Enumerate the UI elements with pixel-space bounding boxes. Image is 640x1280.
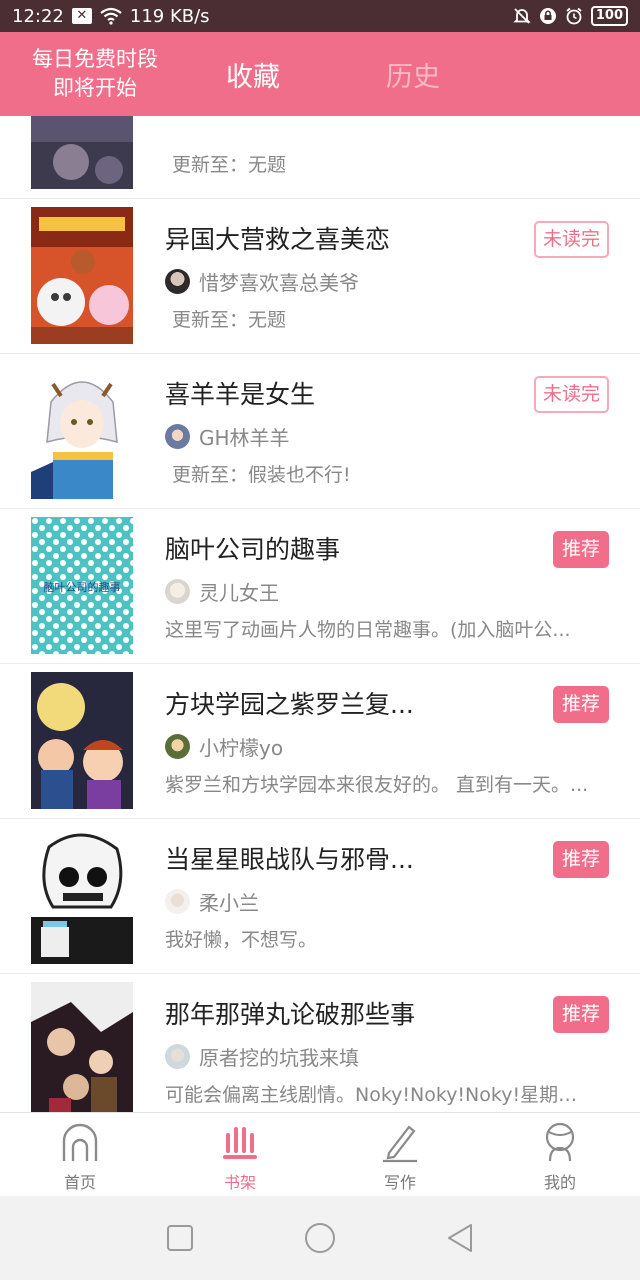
free-period-banner[interactable]: 每日免费时段 即将开始 <box>0 45 190 103</box>
book-title: 喜羊羊是女生 <box>165 380 316 409</box>
tab-home[interactable]: 首页 <box>0 1113 160 1196</box>
book-author: 小柠檬yo <box>165 732 283 761</box>
author-name: GH林羊羊 <box>199 426 290 450</box>
author-name: 灵儿女王 <box>199 581 279 605</box>
avatar <box>165 889 190 914</box>
status-badge: 未读完 <box>533 376 609 413</box>
wifi-icon <box>100 7 122 25</box>
promo-line-1: 每日免费时段 <box>32 47 158 71</box>
book-description: 这里写了动画片人物的日常趣事。(加入脑叶公... <box>165 619 571 641</box>
status-time: 12:22 <box>12 5 64 27</box>
battery-indicator: 100 <box>590 6 628 26</box>
book-cover <box>31 362 133 499</box>
list-item[interactable]: 更新至：无题 <box>0 116 640 199</box>
alarm-icon <box>566 7 582 25</box>
book-cover <box>31 982 133 1112</box>
pen-icon <box>383 1125 417 1163</box>
tab-history[interactable]: 历史 <box>386 55 440 94</box>
book-title: 方块学园之紫罗兰复... <box>165 690 414 719</box>
book-title: 当星星眼战队与邪骨... <box>165 845 414 874</box>
author-name: 柔小兰 <box>199 891 259 915</box>
list-item[interactable]: 当星星眼战队与邪骨... 柔小兰 我好懒，不想写。 推荐 <box>0 819 640 974</box>
tab-write[interactable]: 写作 <box>320 1113 480 1196</box>
home-icon <box>62 1123 98 1161</box>
book-author: 原者挖的坑我来填 <box>165 1042 359 1071</box>
network-speed: 119 KB/s <box>129 5 210 27</box>
book-cover: 脑叶公司的趣事 <box>31 517 133 654</box>
avatar <box>165 1044 190 1069</box>
person-icon <box>545 1122 575 1162</box>
author-name: 小柠檬yo <box>199 736 284 760</box>
book-title: 那年那弹丸论破那些事 <box>165 1000 416 1029</box>
list-item[interactable]: 异国大营救之喜美恋 惜梦喜欢喜总美爷 更新至：无题 未读完 <box>0 199 640 354</box>
book-author: 灵儿女王 <box>165 577 279 606</box>
status-bar: 12:22 ✕ 119 KB/s 100 <box>0 0 640 32</box>
recommend-badge: 推荐 <box>552 531 609 568</box>
recommend-badge: 推荐 <box>552 686 609 723</box>
avatar <box>165 734 190 759</box>
top-bar: 每日免费时段 即将开始 收藏 历史 <box>0 32 640 116</box>
author-name: 原者挖的坑我来填 <box>199 1046 359 1070</box>
tab-label: 我的 <box>543 1173 576 1192</box>
cover-title: 脑叶公司的趣事 <box>43 581 121 594</box>
tab-mine[interactable]: 我的 <box>480 1113 640 1196</box>
square-icon[interactable] <box>163 1221 197 1255</box>
book-cover <box>31 672 133 809</box>
bookshelf-icon <box>223 1127 257 1159</box>
book-cover <box>31 827 133 964</box>
list-item[interactable]: 方块学园之紫罗兰复... 小柠檬yo 紫罗兰和方块学园本来很友好的。 直到有一天… <box>0 664 640 819</box>
circle-icon[interactable] <box>303 1221 337 1255</box>
book-title: 脑叶公司的趣事 <box>165 535 341 564</box>
bottom-tab-bar: 首页 书架 写作 我的 <box>0 1112 640 1196</box>
lock-icon <box>539 8 556 24</box>
book-author: 惜梦喜欢喜总美爷 <box>165 267 359 296</box>
book-description: 紫罗兰和方块学园本来很友好的。 直到有一天。... <box>165 774 589 796</box>
book-list[interactable]: 更新至：无题 异国大营救之喜美恋 惜梦喜欢喜总美爷 更新至：无题 未读完 喜羊羊… <box>0 116 640 1112</box>
book-cover <box>31 207 133 344</box>
book-cover <box>31 116 133 189</box>
book-update: 更新至：无题 <box>172 154 287 176</box>
book-author: GH林羊羊 <box>165 422 290 451</box>
book-author: 柔小兰 <box>165 887 259 916</box>
book-update: 更新至：无题 <box>172 309 287 331</box>
tab-label: 写作 <box>383 1173 416 1192</box>
book-update: 更新至：假装也不行! <box>172 464 351 486</box>
notification-icon: ✕ <box>71 8 92 24</box>
system-nav-bar <box>0 1196 640 1280</box>
book-title: 异国大营救之喜美恋 <box>165 225 391 254</box>
list-item[interactable]: 脑叶公司的趣事 脑叶公司的趣事 灵儿女王 这里写了动画片人物的日常趣事。(加入脑… <box>0 509 640 664</box>
tab-bookshelf[interactable]: 书架 <box>160 1113 320 1196</box>
recommend-badge: 推荐 <box>552 841 609 878</box>
tab-favorites[interactable]: 收藏 <box>226 55 280 94</box>
list-item[interactable]: 那年那弹丸论破那些事 原者挖的坑我来填 可能会偏离主线剧情。Noky!Noky!… <box>0 974 640 1112</box>
avatar <box>165 579 190 604</box>
author-name: 惜梦喜欢喜总美爷 <box>199 271 359 295</box>
recommend-badge: 推荐 <box>552 996 609 1033</box>
avatar <box>165 424 190 449</box>
back-triangle-icon[interactable] <box>443 1221 477 1255</box>
book-description: 可能会偏离主线剧情。Noky!Noky!Noky!星期五... <box>165 1084 595 1106</box>
list-item[interactable]: 喜羊羊是女生 GH林羊羊 更新至：假装也不行! 未读完 <box>0 354 640 509</box>
book-description: 我好懒，不想写。 <box>165 929 318 951</box>
mute-icon <box>513 8 531 24</box>
avatar <box>165 269 190 294</box>
promo-line-2: 即将开始 <box>53 76 137 100</box>
tab-label: 书架 <box>223 1173 256 1192</box>
status-badge: 未读完 <box>533 221 609 258</box>
tab-label: 首页 <box>63 1173 96 1192</box>
